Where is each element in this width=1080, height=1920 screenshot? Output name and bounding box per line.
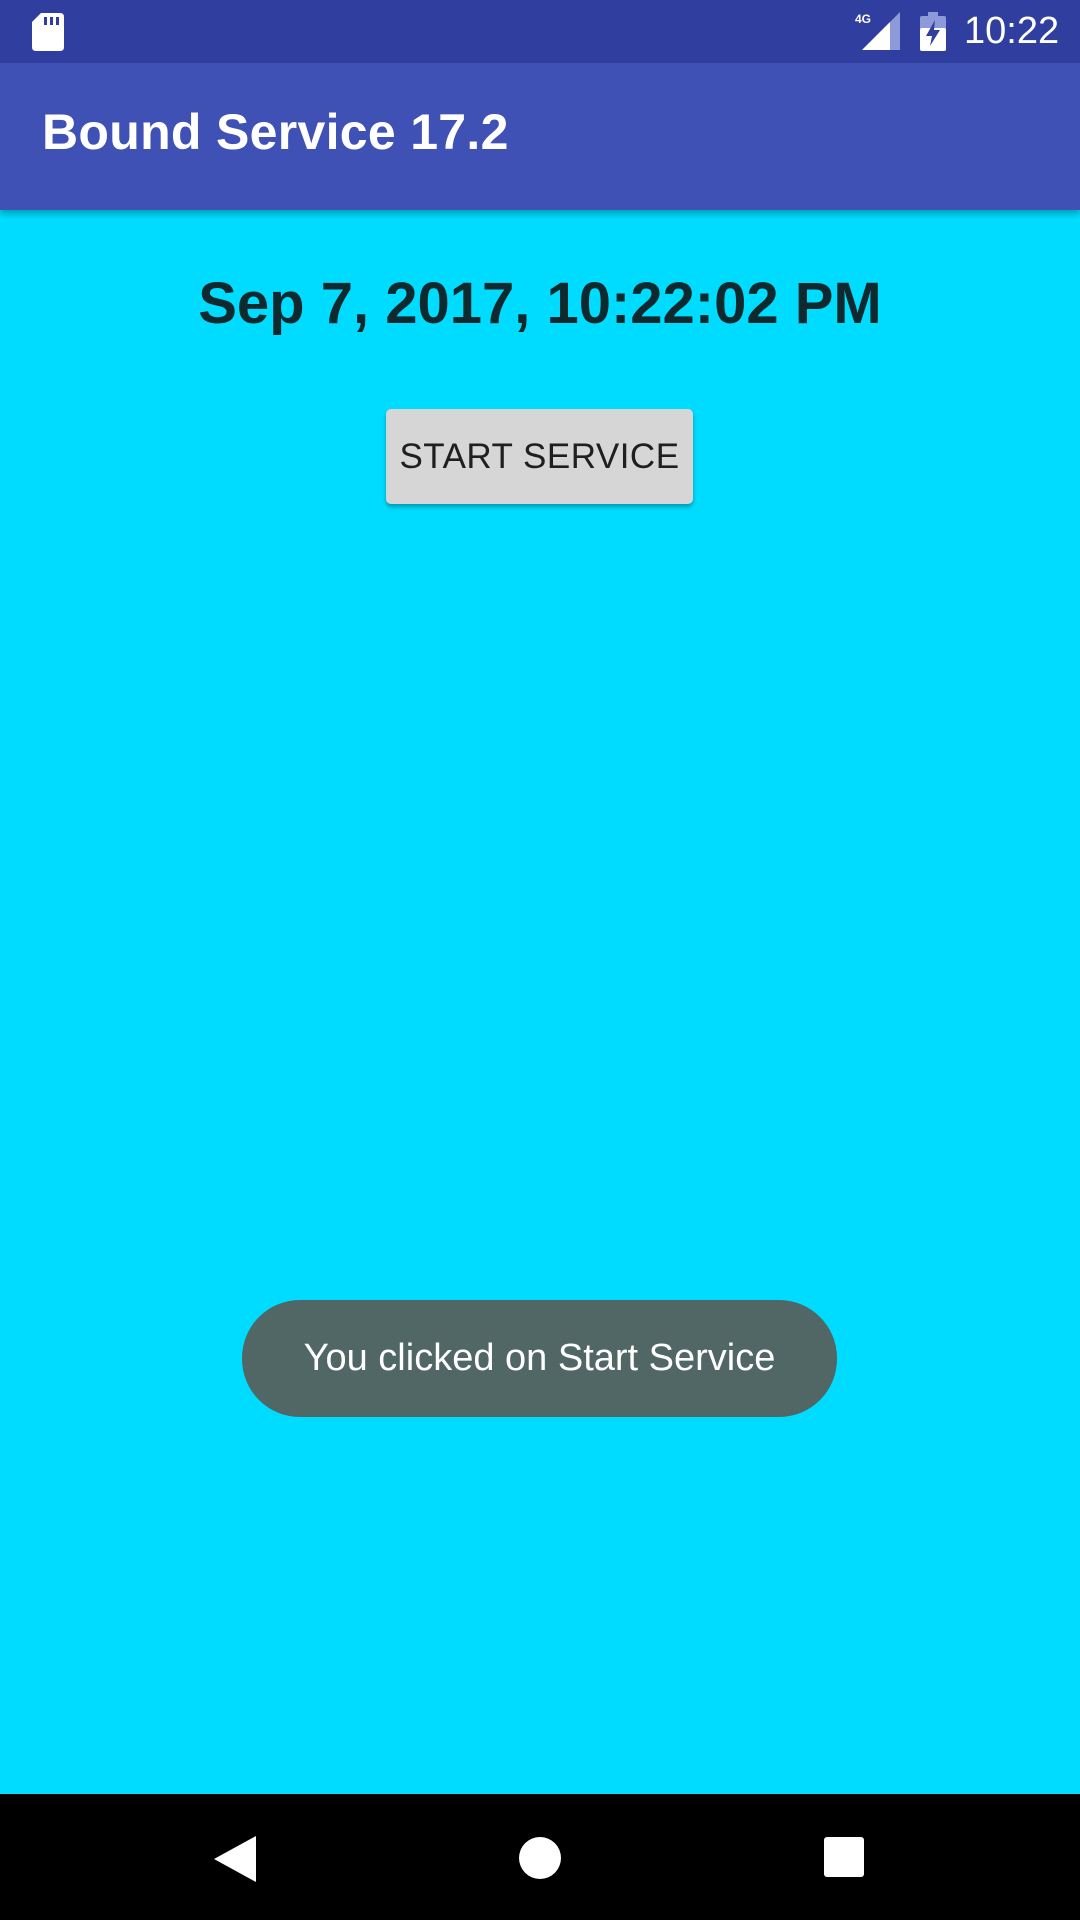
main-content: Sep 7, 2017, 10:22:02 PM START SERVICE — [0, 210, 1080, 1794]
toast-message: You clicked on Start Service — [242, 1300, 837, 1417]
toast-text: You clicked on Start Service — [303, 1337, 776, 1379]
battery-charging-icon — [920, 12, 946, 51]
home-icon[interactable] — [518, 1836, 562, 1880]
datetime-text: Sep 7, 2017, 10:22:02 PM — [198, 271, 882, 336]
app-screen: 4G 10:22 Bound Service 17.2 Sep 7, 2017,… — [0, 0, 1080, 1920]
status-bar: 4G 10:22 — [0, 0, 1080, 63]
status-clock: 10:22 — [964, 10, 1060, 52]
back-icon[interactable] — [214, 1836, 256, 1882]
recents-icon[interactable] — [824, 1837, 864, 1877]
start-service-button[interactable]: START SERVICE — [386, 409, 693, 504]
cellular-signal-icon: 4G — [855, 12, 900, 50]
navigation-bar — [0, 1794, 1080, 1920]
sd-card-icon — [32, 13, 64, 51]
network-type-label: 4G — [855, 12, 871, 26]
app-bar: Bound Service 17.2 — [0, 63, 1080, 210]
app-title: Bound Service 17.2 — [42, 104, 509, 160]
